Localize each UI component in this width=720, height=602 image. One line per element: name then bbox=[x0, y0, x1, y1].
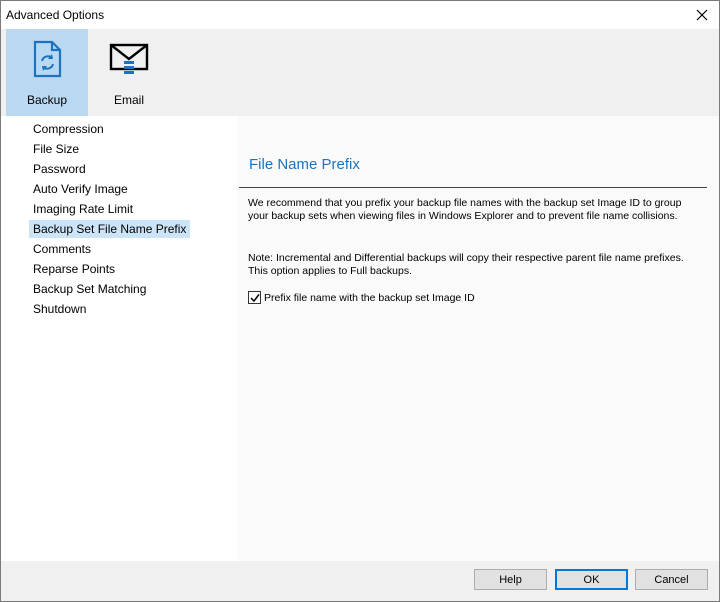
options-content-pane: File Name Prefix We recommend that you p… bbox=[237, 116, 719, 561]
close-icon bbox=[696, 9, 708, 21]
sidebar-item-backup-set-matching[interactable]: Backup Set Matching bbox=[29, 280, 150, 298]
cancel-button[interactable]: Cancel bbox=[635, 569, 708, 590]
sidebar-item-password[interactable]: Password bbox=[29, 160, 90, 178]
sidebar-item-comments[interactable]: Comments bbox=[29, 240, 95, 258]
toolbar-item-email[interactable]: Email bbox=[88, 29, 170, 116]
backup-document-icon bbox=[33, 40, 62, 78]
prefix-image-id-checkbox[interactable] bbox=[248, 291, 261, 304]
description-paragraph: We recommend that you prefix your backup… bbox=[248, 197, 682, 222]
toolbar-item-backup[interactable]: Backup bbox=[6, 29, 88, 116]
dialog-footer: Help OK Cancel bbox=[1, 561, 719, 601]
category-toolbar: Backup Email bbox=[1, 29, 719, 116]
sidebar-item-backup-set-file-name-prefix[interactable]: Backup Set File Name Prefix bbox=[29, 220, 191, 238]
options-sidebar: Compression File Size Password Auto Veri… bbox=[1, 116, 237, 561]
prefix-image-id-option[interactable]: Prefix file name with the backup set Ima… bbox=[248, 291, 475, 304]
checkmark-icon bbox=[249, 293, 260, 302]
email-envelope-icon bbox=[109, 43, 149, 74]
checkbox-label: Prefix file name with the backup set Ima… bbox=[264, 291, 475, 304]
close-button[interactable] bbox=[691, 4, 713, 26]
sidebar-item-reparse-points[interactable]: Reparse Points bbox=[29, 260, 119, 278]
heading-divider bbox=[239, 187, 707, 188]
title-bar: Advanced Options bbox=[1, 1, 719, 29]
ok-button[interactable]: OK bbox=[555, 569, 628, 590]
sidebar-item-compression[interactable]: Compression bbox=[29, 120, 108, 138]
advanced-options-dialog: Advanced Options Backup Email Compressio… bbox=[0, 0, 720, 602]
help-button[interactable]: Help bbox=[474, 569, 547, 590]
sidebar-item-imaging-rate-limit[interactable]: Imaging Rate Limit bbox=[29, 200, 137, 218]
window-title: Advanced Options bbox=[6, 8, 105, 22]
sidebar-item-shutdown[interactable]: Shutdown bbox=[29, 300, 90, 318]
sidebar-item-file-size[interactable]: File Size bbox=[29, 140, 83, 158]
note-paragraph: Note: Incremental and Differential backu… bbox=[248, 252, 684, 277]
toolbar-item-label: Email bbox=[113, 93, 144, 107]
toolbar-item-label: Backup bbox=[26, 93, 68, 107]
page-title: File Name Prefix bbox=[249, 156, 360, 173]
sidebar-item-auto-verify-image[interactable]: Auto Verify Image bbox=[29, 180, 132, 198]
